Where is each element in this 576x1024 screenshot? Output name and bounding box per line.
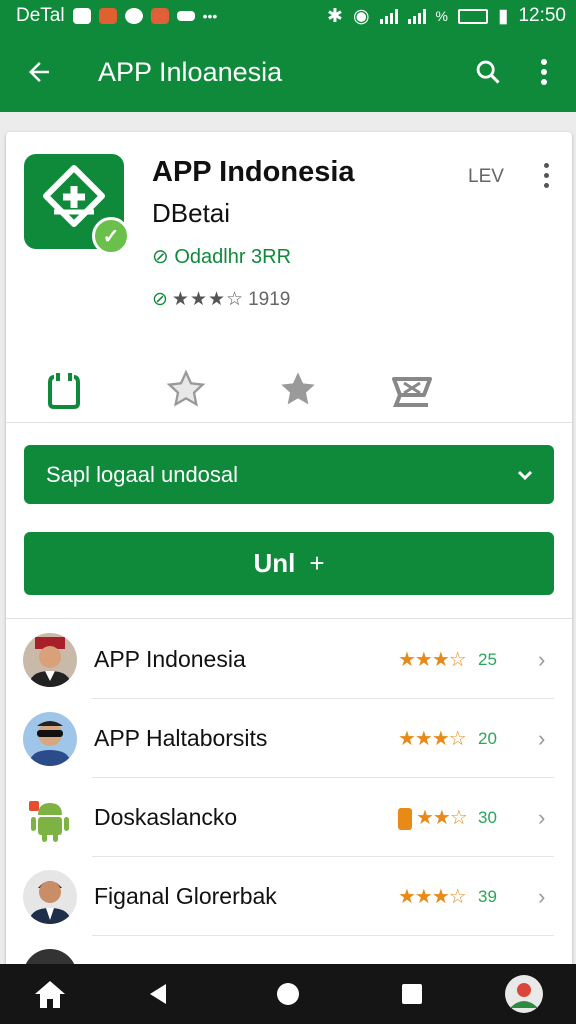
- list-item-name: Doskaslancko: [94, 804, 238, 830]
- cart-button[interactable]: [382, 354, 442, 424]
- list-item-stars: ★★☆: [398, 805, 468, 830]
- person-glasses-avatar: [23, 711, 77, 766]
- chevron-right-icon: ›: [538, 883, 546, 909]
- list-item[interactable]: APP Haltaborsits ★★★☆ 20 ›: [6, 699, 572, 778]
- more-button[interactable]: [516, 32, 572, 112]
- chevron-right-icon: ›: [538, 725, 546, 751]
- version-dropdown[interactable]: Sapl logaal undosal: [24, 445, 554, 504]
- chevron-right-icon: ›: [538, 804, 546, 830]
- notification-icon: [72, 8, 91, 24]
- cart-icon: [392, 377, 432, 407]
- app-bar: APP Inloanesia: [0, 32, 576, 112]
- signal-icon: [407, 8, 426, 24]
- list-item-name: APP Haltaborsits: [94, 725, 268, 751]
- notification-icon: [124, 8, 143, 24]
- bluetooth-icon: ✱: [327, 5, 343, 27]
- page-title: APP Inloanesia: [98, 56, 283, 87]
- app-badge-icon: ✓: [92, 217, 130, 255]
- more-vertical-icon: [541, 59, 547, 85]
- list-item[interactable]: Doskaslancko ★★☆ 30 ›: [6, 778, 572, 857]
- chevron-down-icon: [517, 470, 533, 480]
- back-button[interactable]: [0, 32, 78, 112]
- rating-count: 1919: [248, 288, 291, 310]
- plus-icon: +: [309, 548, 325, 578]
- back-nav-button[interactable]: [128, 964, 188, 1024]
- more-notifications: •••: [202, 8, 218, 24]
- arrow-back-icon: [29, 62, 49, 82]
- share-button[interactable]: [34, 354, 94, 424]
- triangle-back-icon: [150, 984, 166, 1004]
- list-item-rating: 25: [478, 649, 497, 669]
- carrier-label: DeTal: [16, 5, 65, 26]
- card-more-button[interactable]: [534, 160, 558, 190]
- app-icon: ✓: [24, 154, 130, 255]
- list-item[interactable]: APP Indonesia ★★★☆ 25 ›: [6, 620, 572, 699]
- person-avatar: [23, 632, 77, 687]
- search-button[interactable]: [460, 32, 516, 112]
- chevron-right-icon: ›: [538, 646, 546, 672]
- recents-button[interactable]: [382, 964, 442, 1024]
- notification-icon: [98, 8, 117, 24]
- app-detail-card: ✓ APP Indonesia DBetai LEV ⊘ Odadlhr 3RR…: [6, 132, 572, 972]
- battery-icon: [457, 8, 488, 24]
- lev-label: LEV: [468, 166, 504, 187]
- profile-avatar-icon: [505, 975, 543, 1013]
- install-label: Unl: [253, 548, 296, 578]
- person-suit-avatar: [23, 869, 77, 924]
- app-rating: ⊘ ★★★☆ 1919: [152, 288, 290, 311]
- android-avatar: [23, 791, 77, 845]
- app-name: APP Indonesia: [152, 156, 355, 188]
- home-circle-button[interactable]: [258, 964, 318, 1024]
- wifi-icon: ◉: [352, 5, 370, 27]
- home-icon: [35, 981, 65, 1008]
- check-circle-icon: ⊘: [152, 246, 169, 268]
- signal-icon: [379, 8, 398, 24]
- list-item-stars: ★★★☆: [398, 728, 467, 750]
- star-button[interactable]: [268, 354, 328, 424]
- navigation-bar: [0, 964, 576, 1024]
- action-row: [6, 354, 572, 424]
- status-bar: DeTal ••• ✱ ◉ % ▮ 12:50: [0, 0, 576, 32]
- install-button[interactable]: Unl +: [24, 532, 554, 595]
- search-icon: [476, 60, 500, 84]
- notification-icon: [150, 8, 169, 24]
- list-item-stars: ★★★☆: [398, 886, 467, 908]
- app-subtitle: DBetai: [152, 198, 231, 228]
- home-button[interactable]: [20, 964, 80, 1024]
- list-item-rating: 30: [478, 807, 497, 827]
- rating-stars: ★★★☆: [171, 289, 245, 310]
- developer-link[interactable]: ⊘ Odadlhr 3RR: [152, 244, 291, 269]
- list-item-stars: ★★★☆: [398, 649, 467, 671]
- circle-home-icon: [277, 983, 299, 1005]
- list-item-rating: 39: [478, 886, 497, 906]
- app-badge-icon: [398, 807, 412, 830]
- notification-icon: [176, 11, 195, 21]
- list-item-rating: 20: [478, 728, 497, 748]
- divider: [6, 422, 572, 423]
- check-circle-icon: ⊘: [152, 289, 168, 310]
- list-item-name: APP Indonesia: [94, 646, 246, 672]
- star-icon: [281, 372, 315, 405]
- square-recents-icon: [402, 984, 422, 1004]
- battery-charge-icon: ▮: [497, 5, 509, 27]
- list-item-name: Figanal Glorerbak: [94, 883, 277, 909]
- dropdown-label: Sapl logaal undosal: [46, 461, 239, 487]
- list-item[interactable]: Figanal Glorerbak ★★★☆ 39 ›: [6, 857, 572, 936]
- divider: [6, 618, 572, 619]
- star-outline-button[interactable]: [156, 354, 216, 424]
- star-outline-icon: [166, 369, 206, 407]
- clock: 12:50: [518, 5, 566, 26]
- profile-button[interactable]: [494, 964, 554, 1024]
- share-icon: [48, 373, 80, 409]
- battery-percent: %: [435, 8, 448, 24]
